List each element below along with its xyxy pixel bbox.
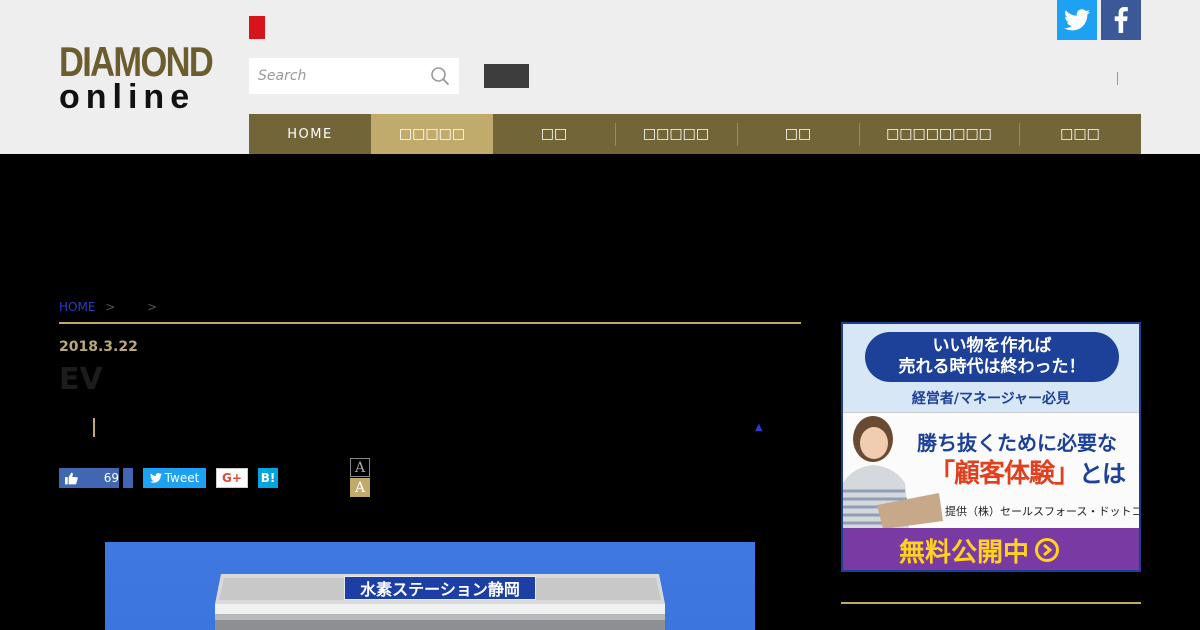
- facebook-icon: [1114, 7, 1128, 33]
- ad-headline2-suffix: とは: [1079, 460, 1126, 488]
- facebook-share-button[interactable]: [123, 468, 133, 488]
- breadcrumb-separator: >: [147, 300, 158, 314]
- font-size-large-button[interactable]: A: [350, 478, 370, 497]
- thumbs-up-icon: [65, 472, 78, 484]
- ad-cta[interactable]: 無料公開中: [843, 528, 1139, 570]
- ad-pill: いい物を作れば 売れる時代は終わった！: [865, 332, 1119, 382]
- ad-top-section: いい物を作れば 売れる時代は終わった！ 経営者/マネージャー必見: [843, 324, 1139, 412]
- nav-item-2[interactable]: □□□□□: [371, 114, 493, 154]
- facebook-like-button[interactable]: 69: [59, 468, 119, 488]
- google-plus-button[interactable]: G+: [216, 468, 248, 488]
- header-button[interactable]: [484, 64, 529, 88]
- nav-item-7[interactable]: □□□: [1019, 114, 1141, 154]
- twitter-icon: [149, 473, 162, 483]
- site-header: DIAMOND online HOME □□□□□ □□ □□□□□ □□ □□…: [0, 0, 1200, 154]
- search-box: [249, 58, 459, 94]
- header-divider: [1117, 72, 1118, 85]
- nav-item-4[interactable]: □□□□□: [615, 114, 737, 154]
- nav-item-3[interactable]: □□: [493, 114, 615, 154]
- sidebar-divider: [841, 602, 1141, 604]
- sidebar-ad-banner[interactable]: いい物を作れば 売れる時代は終わった！ 経営者/マネージャー必見 勝ち抜くために…: [841, 322, 1141, 572]
- logo-line2: online: [59, 78, 196, 116]
- author-divider: [93, 418, 95, 437]
- main-nav: HOME □□□□□ □□ □□□□□ □□ □□□□□□□□ □□□: [249, 114, 1141, 154]
- twitter-icon: [1064, 9, 1090, 31]
- search-icon[interactable]: [430, 66, 450, 86]
- article-photo: 水素ステーション静岡: [105, 542, 755, 630]
- breadcrumb-separator: >: [105, 300, 116, 314]
- nav-item-5[interactable]: □□: [737, 114, 859, 154]
- article-title: EV: [59, 362, 103, 397]
- ad-cta-label: 無料公開中: [899, 537, 1030, 568]
- content-divider: [59, 322, 801, 324]
- station-sign: 水素ステーション静岡: [344, 576, 536, 600]
- facebook-link[interactable]: [1101, 0, 1141, 40]
- breadcrumb-home[interactable]: HOME: [59, 300, 95, 314]
- tweet-label: Tweet: [164, 471, 200, 485]
- nav-item-6[interactable]: □□□□□□□□: [859, 114, 1019, 154]
- ad-pill-line2: 売れる時代は終わった！: [898, 357, 1086, 377]
- tweet-button[interactable]: Tweet: [143, 468, 206, 488]
- logo-line1: DIAMOND: [59, 38, 214, 85]
- nav-item-home[interactable]: HOME: [249, 114, 371, 154]
- red-marker: [249, 16, 265, 39]
- twitter-link[interactable]: [1057, 0, 1097, 40]
- ad-headline1: 勝ち抜くために必要な: [917, 431, 1117, 455]
- site-logo[interactable]: DIAMOND online: [59, 38, 223, 116]
- triangle-up-icon[interactable]: ▲: [755, 422, 763, 433]
- ad-middle-section: 勝ち抜くために必要な 「顧客体験」とは 提供（株）セールスフォース・ドットコム: [843, 412, 1141, 529]
- ad-credit: 提供（株）セールスフォース・ドットコム: [945, 505, 1141, 518]
- font-size-small-button[interactable]: A: [350, 458, 370, 477]
- search-input[interactable]: [249, 58, 419, 94]
- ad-headline2-main: 「顧客体験」: [929, 459, 1080, 489]
- ad-headline2: 「顧客体験」とは: [929, 453, 1126, 490]
- hatena-bookmark-button[interactable]: B!: [258, 468, 278, 488]
- like-count: 69: [103, 471, 119, 485]
- breadcrumb: HOME > >: [59, 300, 157, 314]
- article-date: 2018.3.22: [59, 339, 138, 355]
- chevron-right-icon: [1035, 538, 1060, 562]
- ad-pill-line1: いい物を作れば: [932, 336, 1052, 356]
- ad-subheading: 経営者/マネージャー必見: [911, 391, 1071, 407]
